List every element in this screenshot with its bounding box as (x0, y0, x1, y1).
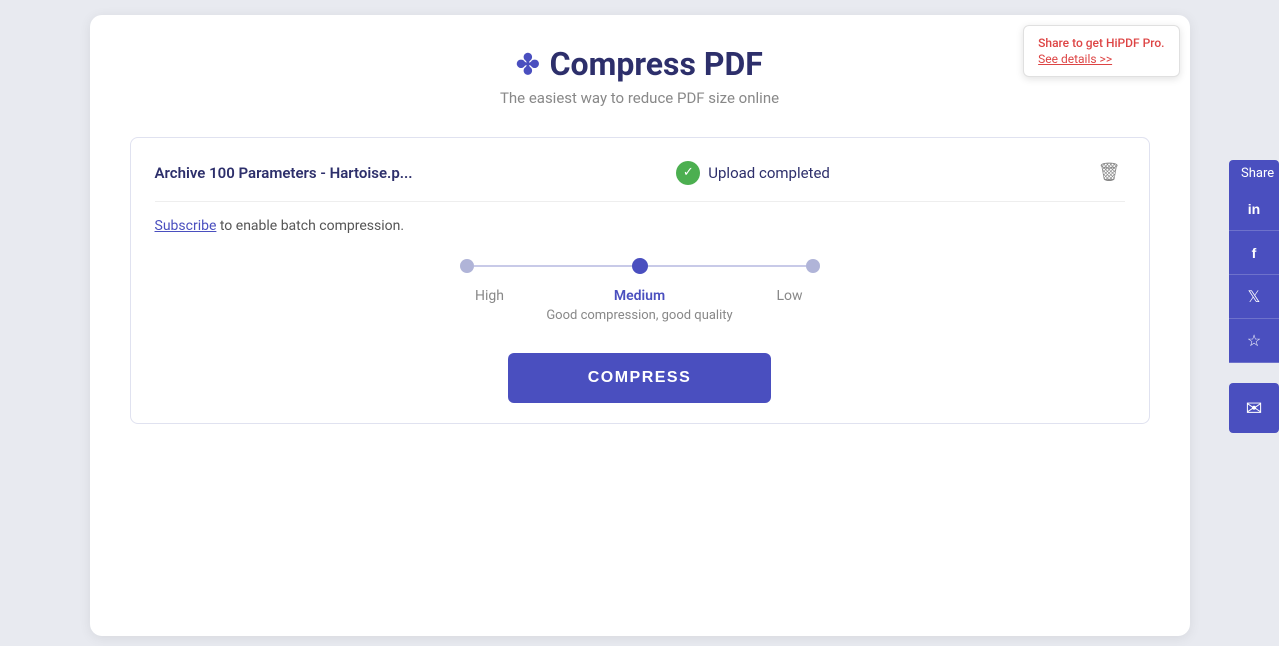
label-medium: Medium (610, 288, 670, 304)
compression-description: Good compression, good quality (546, 308, 732, 323)
page-title: ✤ Compress PDF (130, 45, 1150, 83)
label-high: High (460, 288, 520, 304)
page-title-area: ✤ Compress PDF The easiest way to reduce… (130, 45, 1150, 107)
page-subtitle: The easiest way to reduce PDF size onlin… (130, 89, 1150, 107)
mail-icon: ✉ (1246, 396, 1263, 421)
share-label: Share (1229, 160, 1279, 187)
main-card: Share to get HiPDF Pro. See details >> ✤… (90, 15, 1190, 636)
facebook-share-button[interactable]: f (1229, 231, 1279, 275)
mail-button[interactable]: ✉ (1229, 383, 1279, 433)
star-icon: ☆ (1247, 331, 1261, 351)
slider-track (460, 258, 820, 274)
slider-labels: High Medium Low (460, 288, 820, 304)
upload-status-text: Upload completed (708, 164, 830, 182)
delete-button[interactable]: 🗑 (1094, 158, 1125, 187)
dot-low[interactable] (806, 259, 820, 273)
compress-button[interactable]: COMPRESS (508, 353, 772, 403)
compress-icon: ✤ (516, 48, 539, 81)
compression-slider-area: High Medium Low Good compression, good q… (155, 258, 1125, 323)
track-line-1 (474, 265, 632, 267)
subscribe-bar: Subscribe to enable batch compression. (155, 218, 1125, 234)
dot-high[interactable] (460, 259, 474, 273)
check-icon: ✓ (676, 161, 700, 185)
label-low: Low (760, 288, 820, 304)
upload-status: ✓ Upload completed (676, 161, 830, 185)
file-header: Archive 100 Parameters - Hartoise.p... ✓… (155, 158, 1125, 202)
option-medium[interactable] (632, 258, 648, 274)
file-name: Archive 100 Parameters - Hartoise.p... (155, 164, 413, 182)
linkedin-icon: in (1248, 201, 1260, 217)
subscribe-description: to enable batch compression. (216, 218, 404, 234)
tooltip-link[interactable]: See details >> (1038, 52, 1164, 66)
option-low[interactable] (806, 259, 820, 273)
tooltip-main-text: Share to get HiPDF Pro. (1038, 36, 1164, 50)
share-tooltip: Share to get HiPDF Pro. See details >> (1023, 25, 1179, 77)
dot-medium[interactable] (632, 258, 648, 274)
option-high[interactable] (460, 259, 474, 273)
track-line-2 (648, 265, 806, 267)
bookmark-share-button[interactable]: ☆ (1229, 319, 1279, 363)
subscribe-link[interactable]: Subscribe (155, 218, 217, 234)
share-panel: Share in f 𝕏 ☆ ✉ (1229, 160, 1279, 433)
facebook-icon: f (1252, 245, 1257, 261)
twitter-share-button[interactable]: 𝕏 (1229, 275, 1279, 319)
file-section: Archive 100 Parameters - Hartoise.p... ✓… (130, 137, 1150, 424)
twitter-icon: 𝕏 (1248, 287, 1261, 307)
linkedin-share-button[interactable]: in (1229, 187, 1279, 231)
